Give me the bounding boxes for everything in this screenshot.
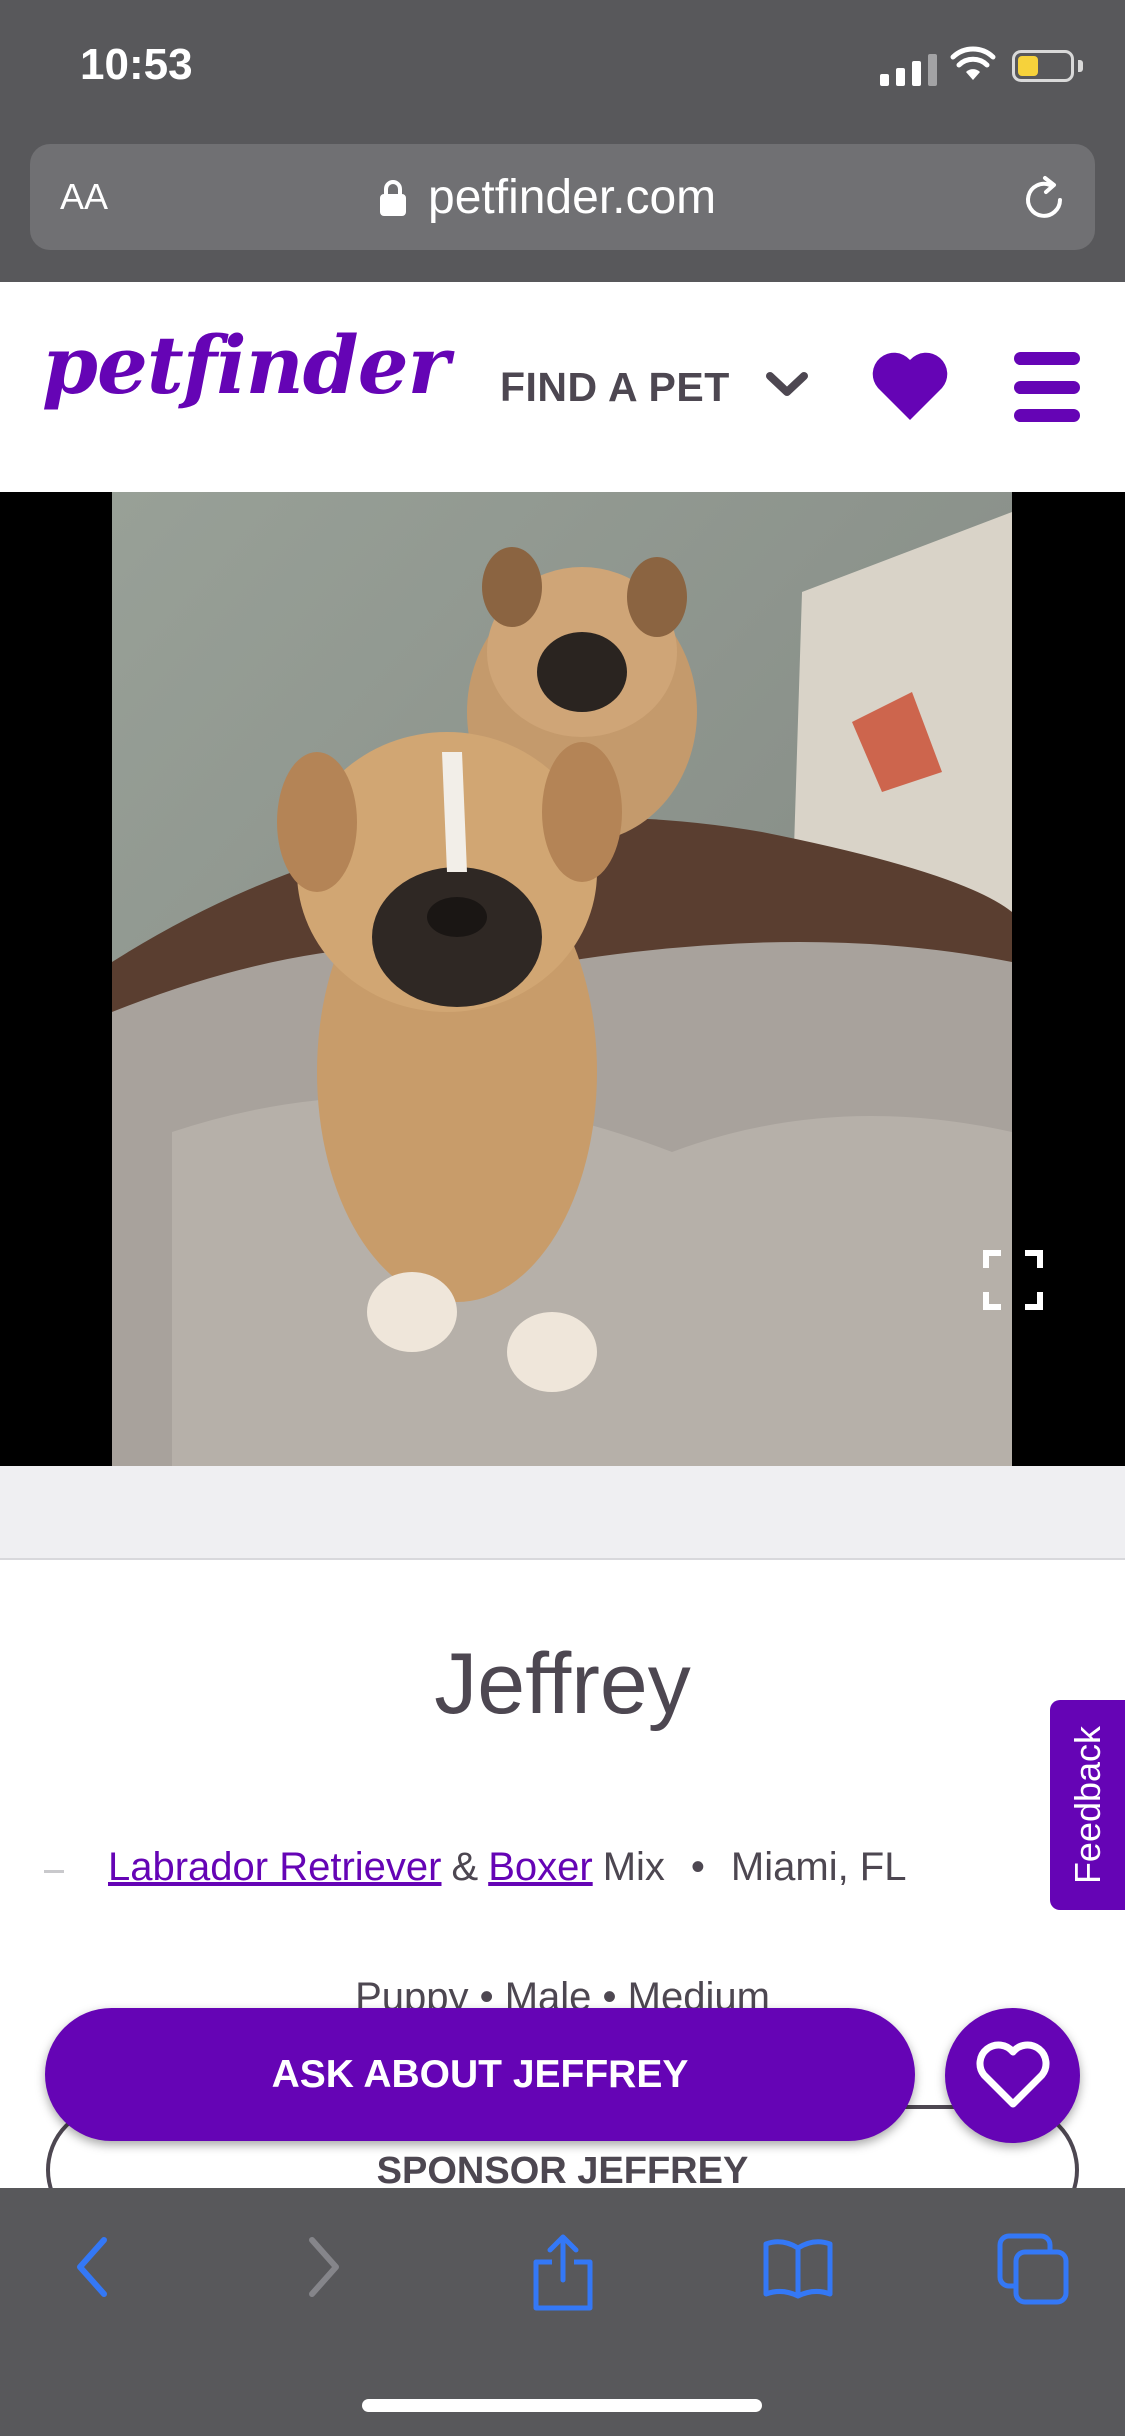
divider-dash xyxy=(44,1870,64,1873)
find-a-pet-menu[interactable]: FIND A PET xyxy=(500,364,730,411)
forward-icon[interactable] xyxy=(302,2232,346,2302)
status-time: 10:53 xyxy=(80,40,193,89)
share-icon[interactable] xyxy=(528,2232,598,2312)
reload-icon[interactable] xyxy=(1018,174,1070,226)
carousel-footer xyxy=(0,1466,1125,1560)
back-icon[interactable] xyxy=(70,2232,114,2302)
tabs-icon[interactable] xyxy=(996,2232,1072,2308)
pet-name: Jeffrey xyxy=(434,1636,691,1732)
heart-outline-icon xyxy=(976,2041,1049,2107)
battery-cap xyxy=(1078,60,1083,72)
pet-photo[interactable] xyxy=(112,492,1012,1466)
chevron-down-icon[interactable] xyxy=(765,370,809,400)
url-text[interactable]: petfinder.com xyxy=(428,170,716,225)
heart-icon[interactable] xyxy=(870,350,950,422)
menu-icon[interactable] xyxy=(1014,352,1080,422)
wifi-icon xyxy=(950,46,996,80)
signal-icon xyxy=(880,50,937,86)
breed-link-boxer[interactable]: Boxer xyxy=(488,1845,593,1890)
ask-about-button[interactable]: ASK ABOUT JEFFREY xyxy=(45,2008,915,2141)
petfinder-logo[interactable]: petfinder xyxy=(42,318,450,412)
sponsor-label: SPONSOR JEFFREY xyxy=(376,2150,749,2192)
feedback-tab[interactable]: Feedback xyxy=(1050,1700,1125,1910)
text-size-button[interactable]: AA xyxy=(60,176,108,218)
lock-icon xyxy=(380,180,406,216)
ask-about-label: ASK ABOUT JEFFREY xyxy=(271,2052,689,2096)
breed-suffix: Mix xyxy=(602,1845,665,1889)
breed-location-line: Labrador Retriever & Boxer Mix • Miami, … xyxy=(108,1845,907,1890)
pet-location: Miami, FL xyxy=(730,1845,907,1889)
bookmarks-icon[interactable] xyxy=(762,2232,834,2304)
breed-join: & xyxy=(451,1845,479,1889)
favorite-button[interactable] xyxy=(945,2008,1080,2143)
feedback-label: Feedback xyxy=(1066,1725,1108,1885)
home-indicator[interactable] xyxy=(362,2399,762,2412)
expand-icon[interactable] xyxy=(983,1250,1043,1310)
separator-dot: • xyxy=(690,1845,705,1889)
breed-link-labrador[interactable]: Labrador Retriever xyxy=(108,1845,442,1890)
battery-icon xyxy=(1012,50,1074,82)
